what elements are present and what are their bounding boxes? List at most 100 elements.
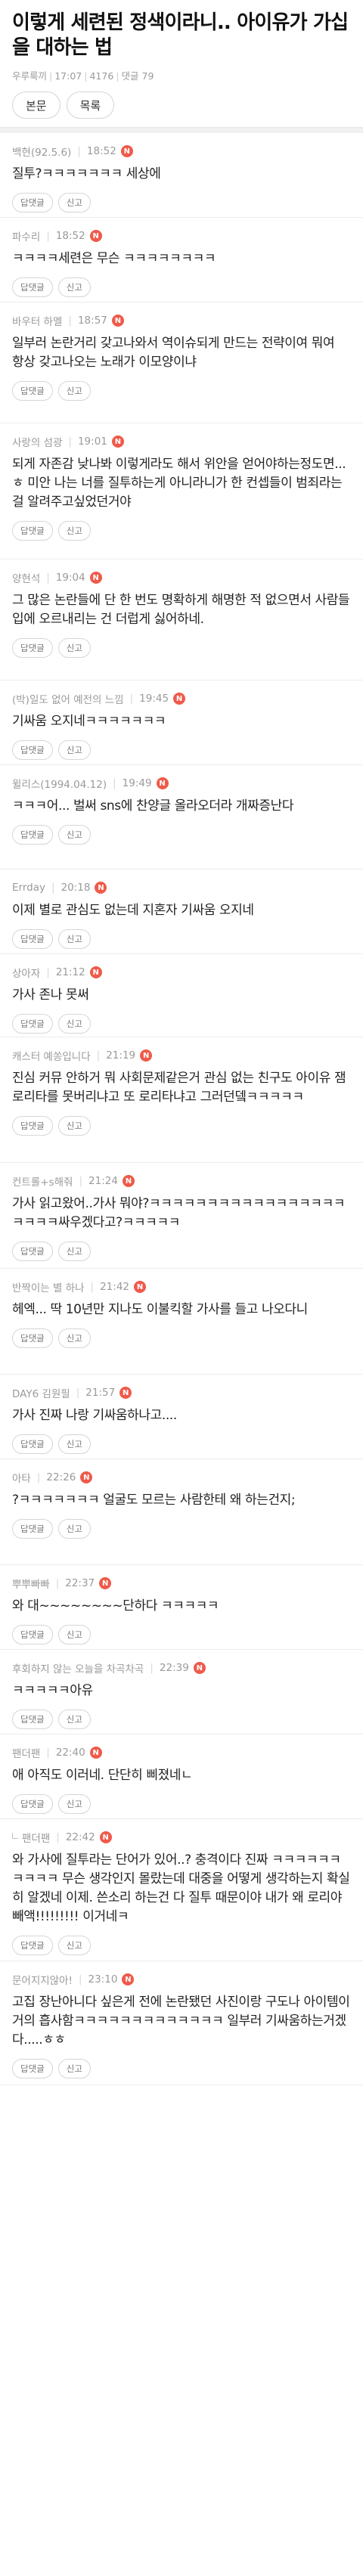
comment-author[interactable]: DAY6 김원필 [12,1385,70,1400]
comment-author[interactable]: 뿌뿌빠빠 [12,1576,50,1591]
comment-actions: 답댓글 신고 [12,740,351,760]
reply-button[interactable]: 답댓글 [12,825,53,845]
comment-actions: 답댓글 신고 [12,521,351,541]
comment-item: 문어지지않아! | 23:10 N 고집 장난아니다 싶은게 전에 논란됐던 사진이랑 … [0,1961,363,2085]
comment-author[interactable]: 상아자 [12,965,40,980]
report-button[interactable]: 신고 [57,825,91,845]
comment-actions: 답댓글 신고 [12,638,351,658]
comment-author[interactable]: 윌리스(1994.04.12) [12,776,107,791]
comment-author[interactable]: 후회하지 않는 오늘을 차곡차곡 [12,1660,144,1675]
report-button[interactable]: 신고 [57,1434,91,1454]
comment-item: 상아자 | 21:12 N 가사 존나 못써 답댓글 신고 [0,954,363,1037]
reply-button[interactable]: 답댓글 [12,1519,53,1539]
reply-button[interactable]: 답댓글 [12,1710,53,1729]
comment-author[interactable]: 백현(92.5.6) [12,144,71,159]
comment-item: 백현(92.5.6) | 18:52 N 질투?ㅋㅋㅋㅋㅋㅋㅋ 세상에 답댓글 신고 [0,133,363,218]
comment-text: 가사 진짜 나랑 기싸움하나고.... [12,1408,177,1423]
comment-actions: 답댓글 신고 [12,277,351,297]
report-button[interactable]: 신고 [57,1116,91,1136]
comment-text: 와 대~~~~~~~~단하다 ㅋㅋㅋㅋㅋ [12,1598,219,1613]
comment-author[interactable]: 팬더팬 [22,1830,50,1845]
new-badge-icon: N [111,315,124,327]
section-divider [0,127,363,133]
comment-author[interactable]: 팬더팬 [12,1745,40,1760]
report-button[interactable]: 신고 [57,1519,91,1539]
reply-arrow-icon [12,1833,18,1839]
report-button[interactable]: 신고 [57,1625,91,1644]
comment-author[interactable]: 캐스터 예쏭입니다 [12,1048,91,1063]
comment-meta: (박)일도 없어 예전의 느낌 | 19:45 N [12,691,351,706]
reply-button[interactable]: 답댓글 [12,1116,53,1136]
reply-button[interactable]: 답댓글 [12,1625,53,1644]
comment-item: 바우터 하멜 | 18:57 N 일부러 논란거리 갖고나와서 역이슈되게 만드는 전략… [0,302,363,423]
article-meta: 우루룩끼 | 17:07 | 4176 | 댓글 79 [12,68,351,82]
reply-button[interactable]: 답댓글 [12,1328,53,1348]
report-button[interactable]: 신고 [57,1014,91,1034]
reply-button[interactable]: 답댓글 [12,277,53,297]
comment-author[interactable]: 바우터 하멜 [12,313,62,328]
report-button[interactable]: 신고 [57,1710,91,1729]
meta-separator: | [49,70,53,82]
reply-button[interactable]: 답댓글 [12,521,53,541]
comment-time: 22:42 [65,1831,95,1843]
comment-meta: 캐스터 예쏭입니다 | 21:19 N [12,1048,351,1063]
reply-button[interactable]: 답댓글 [12,2059,53,2078]
page-title: 이렇게 세련된 정색이라니.. 아이유가 가십을 대하는 법 [12,11,349,59]
reply-button[interactable]: 답댓글 [12,638,53,658]
reply-button[interactable]: 답댓글 [12,929,53,949]
comment-author[interactable]: Errday [12,882,45,894]
comment-time: 18:52 [86,145,116,157]
meta-separator: | [36,1471,41,1483]
comment-author[interactable]: 사랑의 섬광 [12,434,62,449]
reply-button[interactable]: 답댓글 [12,1434,53,1454]
article-author[interactable]: 우루룩끼 [12,70,47,82]
comment-author[interactable]: (박)일도 없어 예전의 느낌 [12,691,124,706]
comment-meta: DAY6 김원필 | 21:57 N [12,1385,351,1400]
report-button[interactable]: 신고 [57,193,91,212]
report-button[interactable]: 신고 [57,521,91,541]
comment-author[interactable]: 파수리 [12,228,40,243]
comment-text: ?ㅋㅋㅋㅋㅋㅋㅋ 얼굴도 모르는 사람한테 왜 하는건지; [12,1493,296,1508]
list-button[interactable]: 목록 [66,91,115,119]
report-button[interactable]: 신고 [57,1242,91,1261]
report-button[interactable]: 신고 [57,1328,91,1348]
reply-button[interactable]: 답댓글 [12,740,53,760]
comment-author[interactable]: 아타 [12,1470,31,1485]
comment-author[interactable]: 문어지지않아! [12,1972,73,1987]
reply-button[interactable]: 답댓글 [12,1936,53,1955]
new-badge-icon: N [89,1747,102,1759]
comment-meta: 문어지지않아! | 23:10 N [12,1972,351,1987]
comment-meta: 파수리 | 18:52 N [12,228,351,243]
report-button[interactable]: 신고 [57,1936,91,1955]
comment-author[interactable]: 반짝이는 별 하나 [12,1279,85,1294]
new-badge-icon: N [89,572,102,584]
comment-time: 22:40 [55,1747,85,1759]
body-button[interactable]: 본문 [12,91,60,119]
reply-button[interactable]: 답댓글 [12,193,53,212]
new-badge-icon: N [99,1831,112,1843]
report-button[interactable]: 신고 [57,638,91,658]
comment-actions: 답댓글 신고 [12,1936,351,1955]
reply-button[interactable]: 답댓글 [12,381,53,401]
comment-time: 21:12 [55,966,85,978]
report-button[interactable]: 신고 [57,929,91,949]
comment-text: 가사 존나 못써 [12,987,89,1003]
new-badge-icon: N [193,1662,206,1674]
comment-author[interactable]: 컨트롤+s해줘 [12,1173,73,1189]
comment-meta: 백현(92.5.6) | 18:52 N [12,144,351,159]
comment-meta: 컨트롤+s해줘 | 21:24 N [12,1173,351,1189]
meta-separator: | [129,693,134,705]
report-button[interactable]: 신고 [57,1794,91,1814]
comment-text: 그 많은 논란들에 단 한 번도 명확하게 해명한 적 없으면서 사람들 입에 … [12,593,350,627]
reply-button[interactable]: 답댓글 [12,1014,53,1034]
report-button[interactable]: 신고 [57,277,91,297]
reply-button[interactable]: 답댓글 [12,1794,53,1814]
comment-actions: 답댓글 신고 [12,381,351,401]
reply-button[interactable]: 답댓글 [12,1242,53,1261]
report-button[interactable]: 신고 [57,381,91,401]
report-button[interactable]: 신고 [57,740,91,760]
comment-text: ㅋㅋㅋㅋ세련은 무슨 ㅋㅋㅋㅋㅋㅋㅋㅋ [12,251,216,266]
comment-text: 고집 장난아니다 싶은게 전에 논란됐던 사진이랑 구도나 아이템이 거의 흡사… [12,1995,350,2047]
report-button[interactable]: 신고 [57,2059,91,2078]
comment-author[interactable]: 양현석 [12,570,40,585]
